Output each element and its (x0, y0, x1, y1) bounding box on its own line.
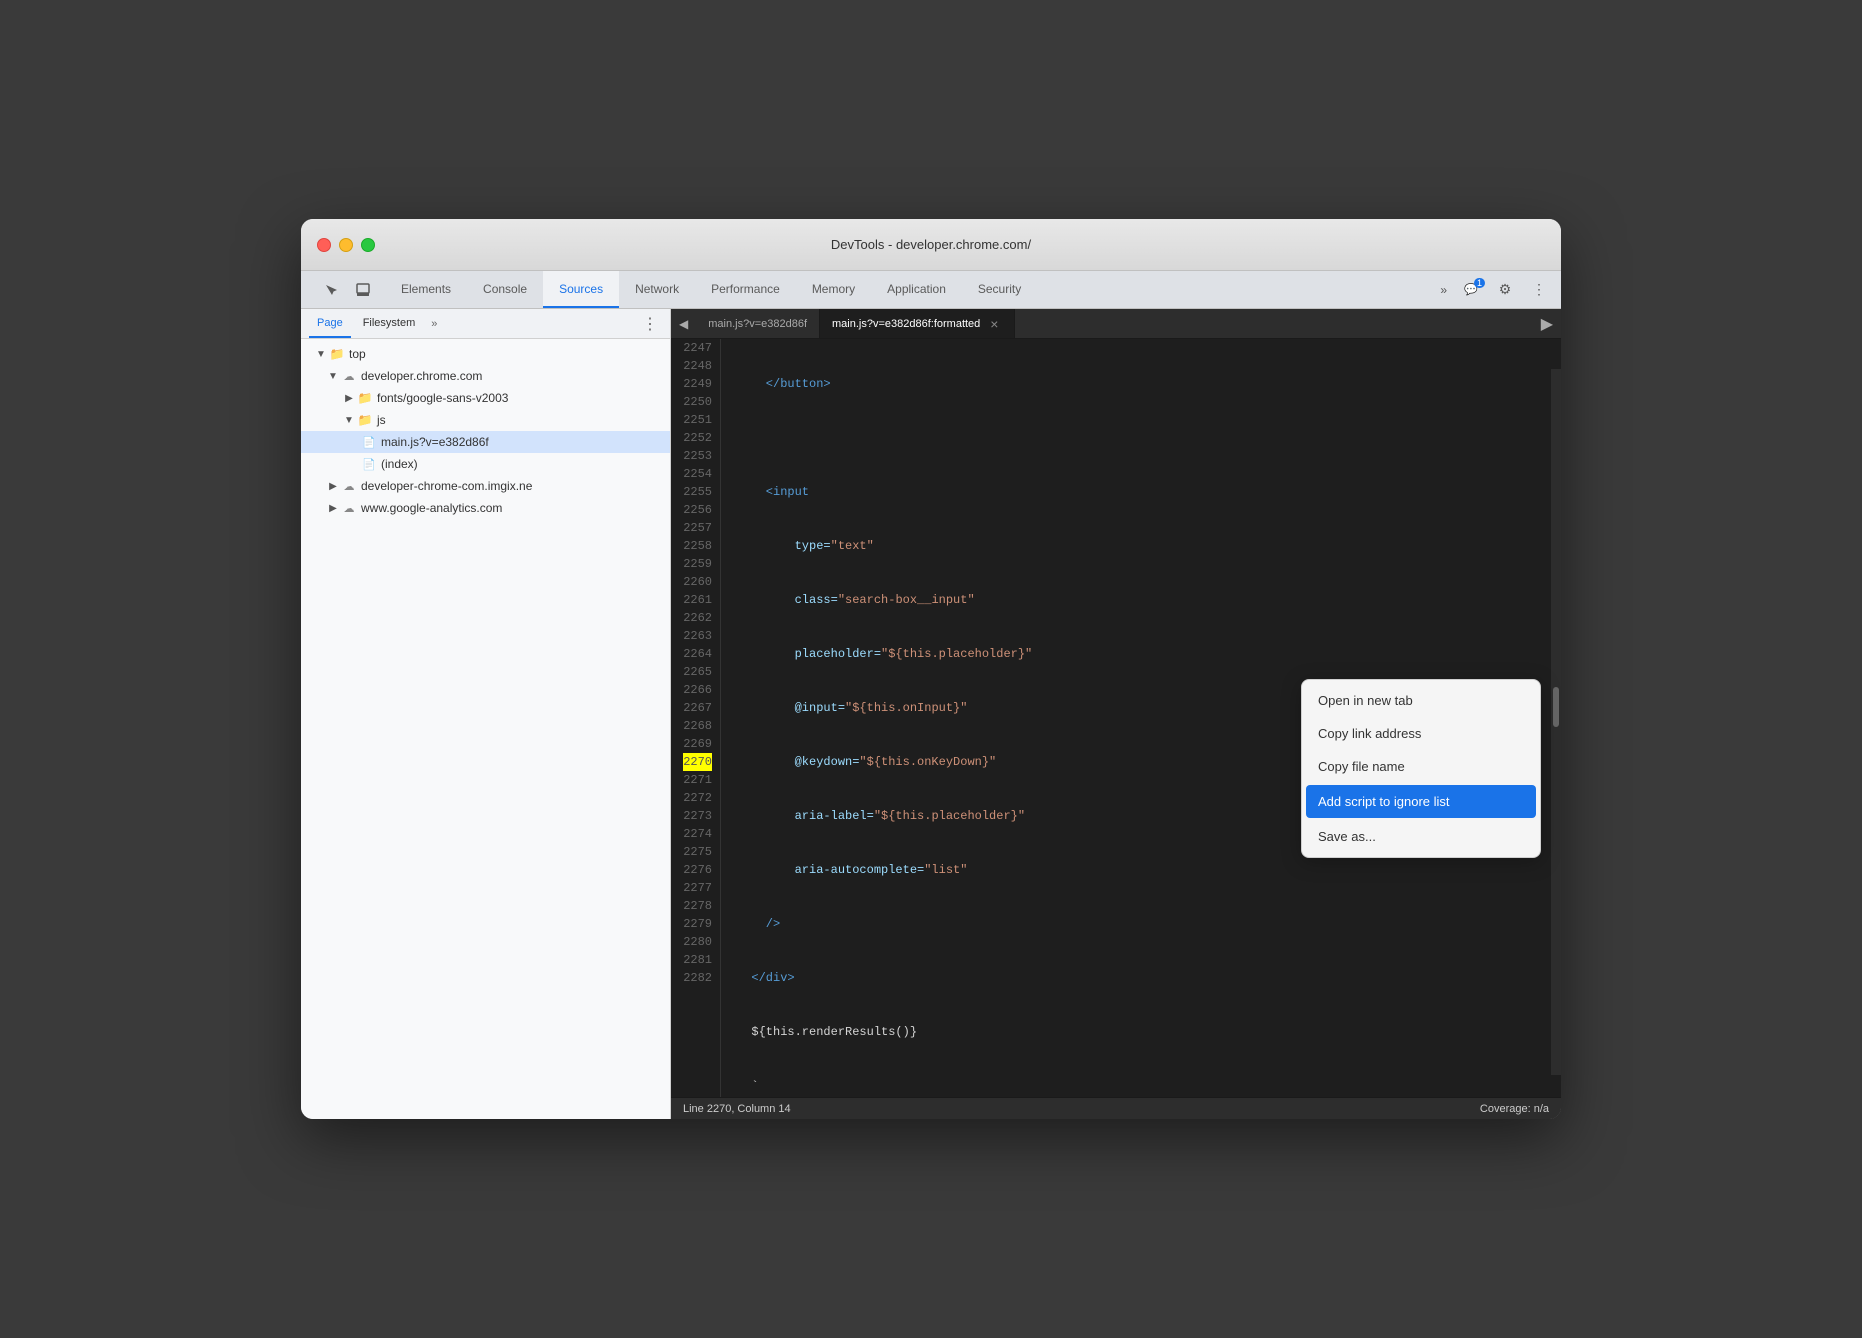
status-bar: Line 2270, Column 14 Coverage: n/a (671, 1097, 1561, 1119)
drawer-icon[interactable] (349, 276, 377, 304)
devtools-tabbar: Elements Console Sources Network Perform… (301, 271, 1561, 309)
scrollbar-track[interactable] (1551, 369, 1561, 1075)
menu-item-open-new-tab[interactable]: Open in new tab (1302, 684, 1540, 717)
arrow-icon-imgix: ▶ (325, 478, 341, 494)
sources-sidebar: Page Filesystem » ⋮ ▼ 📁 top (301, 309, 671, 1119)
tab-security[interactable]: Security (962, 271, 1037, 308)
tree-item-main-js[interactable]: 📄 main.js?v=e382d86f (301, 431, 670, 453)
tree-item-developer-chrome[interactable]: ▼ ☁ developer.chrome.com (301, 365, 670, 387)
code-editor[interactable]: 2247 2248 2249 2250 2251 2252 2253 2254 … (671, 339, 1561, 1097)
tab-close-icon[interactable]: × (986, 316, 1002, 332)
tab-performance[interactable]: Performance (695, 271, 796, 308)
folder-icon-js: 📁 (357, 412, 373, 428)
folder-icon-top: 📁 (329, 346, 345, 362)
tab-elements[interactable]: Elements (385, 271, 467, 308)
cloud-icon-2: ☁ (341, 478, 357, 494)
editor-collapse-icon[interactable]: ▶ (1533, 309, 1561, 338)
arrow-icon-fonts: ▶ (341, 390, 357, 406)
context-menu: Open in new tab Copy link address Copy f… (1301, 679, 1541, 858)
devtools-left-icons (309, 271, 385, 308)
menu-item-add-ignore[interactable]: Add script to ignore list (1306, 785, 1536, 818)
close-button[interactable] (317, 238, 331, 252)
editor-tabs: ◀ main.js?v=e382d86f main.js?v=e382d86f:… (671, 309, 1561, 339)
devtools-body: Page Filesystem » ⋮ ▼ 📁 top (301, 309, 1561, 1119)
file-icon-index: 📄 (361, 456, 377, 472)
file-icon-main-js: 📄 (361, 434, 377, 450)
maximize-button[interactable] (361, 238, 375, 252)
arrow-icon-dev-chrome: ▼ (325, 368, 341, 384)
arrow-icon-js: ▼ (341, 412, 357, 428)
devtools-window: DevTools - developer.chrome.com/ Element… (301, 219, 1561, 1119)
arrow-icon-top: ▼ (313, 346, 329, 362)
folder-icon-fonts: 📁 (357, 390, 373, 406)
sources-menu-icon[interactable]: ⋮ (638, 312, 662, 336)
cursor-position: Line 2270, Column 14 (683, 1103, 791, 1115)
window-title: DevTools - developer.chrome.com/ (831, 237, 1031, 252)
tree-item-analytics[interactable]: ▶ ☁ www.google-analytics.com (301, 497, 670, 519)
devtools-right-icons: » 💬 1 ⚙ ⋮ (1428, 271, 1561, 308)
tab-sources[interactable]: Sources (543, 271, 619, 308)
menu-item-copy-filename[interactable]: Copy file name (1302, 750, 1540, 783)
cloud-icon-1: ☁ (341, 368, 357, 384)
editor-tab-main-js-formatted[interactable]: main.js?v=e382d86f:formatted × (820, 309, 1015, 338)
page-tab[interactable]: Page (309, 310, 351, 338)
tree-item-fonts[interactable]: ▶ 📁 fonts/google-sans-v2003 (301, 387, 670, 409)
editor-tab-main-js[interactable]: main.js?v=e382d86f (696, 309, 820, 338)
badge-button[interactable]: 💬 1 (1457, 276, 1485, 304)
file-tree: ▼ 📁 top ▼ ☁ developer.chrome.com ▶ 📁 fon (301, 339, 670, 1119)
tree-item-index[interactable]: 📄 (index) (301, 453, 670, 475)
tree-item-imgix[interactable]: ▶ ☁ developer-chrome-com.imgix.ne (301, 475, 670, 497)
more-tabs-icon[interactable]: » (1436, 283, 1451, 297)
line-numbers: 2247 2248 2249 2250 2251 2252 2253 2254 … (671, 339, 721, 1097)
tree-item-js[interactable]: ▼ 📁 js (301, 409, 670, 431)
sources-more-icon[interactable]: » (427, 318, 441, 330)
tree-item-top[interactable]: ▼ 📁 top (301, 343, 670, 365)
editor-area: ◀ main.js?v=e382d86f main.js?v=e382d86f:… (671, 309, 1561, 1119)
cloud-icon-3: ☁ (341, 500, 357, 516)
arrow-icon-analytics: ▶ (325, 500, 341, 516)
filesystem-tab[interactable]: Filesystem (355, 310, 424, 338)
sources-header: Page Filesystem » ⋮ (301, 309, 670, 339)
tab-memory[interactable]: Memory (796, 271, 871, 308)
titlebar: DevTools - developer.chrome.com/ (301, 219, 1561, 271)
coverage-status: Coverage: n/a (1480, 1103, 1549, 1115)
tab-console[interactable]: Console (467, 271, 543, 308)
more-options-icon[interactable]: ⋮ (1525, 276, 1553, 304)
editor-toggle-icon[interactable]: ◀ (671, 309, 696, 338)
notification-badge: 1 (1474, 278, 1485, 288)
scrollbar-thumb[interactable] (1553, 687, 1559, 727)
tab-application[interactable]: Application (871, 271, 962, 308)
cursor-icon[interactable] (317, 276, 345, 304)
settings-icon[interactable]: ⚙ (1491, 276, 1519, 304)
traffic-lights (317, 238, 375, 252)
tab-network[interactable]: Network (619, 271, 695, 308)
menu-item-copy-link[interactable]: Copy link address (1302, 717, 1540, 750)
menu-item-save-as[interactable]: Save as... (1302, 820, 1540, 853)
minimize-button[interactable] (339, 238, 353, 252)
